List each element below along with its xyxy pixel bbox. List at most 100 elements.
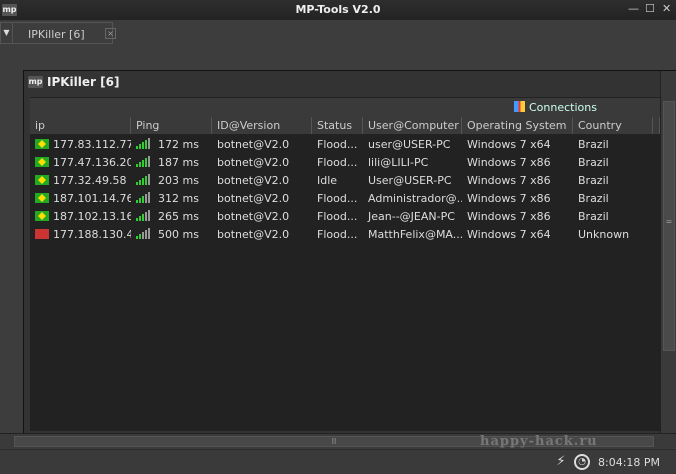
plug-icon[interactable]: ⚡ (553, 454, 569, 470)
cell-user-computer: Administrador@... (368, 191, 462, 205)
cell-ping: 265 ms (131, 209, 212, 223)
cell-user-computer: lili@LILI-PC (368, 155, 429, 169)
close-button[interactable]: ✕ (662, 2, 671, 15)
table-row[interactable]: 187.102.13.164 265 ms botnet@V2.0 Flood.… (30, 207, 660, 225)
cell-ip: 177.47.136.207 (30, 156, 131, 169)
cell-id-version: botnet@V2.0 (217, 209, 290, 223)
cell-ip: 177.83.112.77 (30, 138, 131, 151)
cell-country: Brazil (578, 173, 609, 187)
country-flag-icon (35, 192, 49, 203)
ping-text: 172 ms (158, 137, 199, 151)
ipkiller-window: mp IPKiller [6] Connections ip Ping ID@Ver… (23, 70, 676, 448)
cell-ping: 203 ms (131, 173, 212, 187)
table-row[interactable]: 187.101.14.76 312 ms botnet@V2.0 Flood..… (30, 189, 660, 207)
ip-text: 187.102.13.164 (53, 209, 131, 223)
country-flag-icon (35, 174, 49, 185)
cell-os: Windows 7 x86 (467, 191, 551, 205)
ip-text: 177.47.136.207 (53, 155, 131, 169)
column-header[interactable]: ID@Version (212, 117, 312, 134)
signal-strength-icon (136, 209, 150, 221)
ping-text: 203 ms (158, 173, 199, 187)
tab-ipkiller[interactable]: IPKiller [6] × (13, 22, 116, 44)
cell-ip: 187.102.13.164 (30, 210, 131, 223)
cell-country: Brazil (578, 137, 609, 151)
column-header[interactable]: Country (573, 117, 653, 134)
cell-os: Windows 7 x86 (467, 155, 551, 169)
cell-os: Windows 7 x86 (467, 209, 551, 223)
table-row[interactable]: 177.83.112.77 172 ms botnet@V2.0 Flood..… (30, 135, 660, 153)
signal-strength-icon (136, 191, 150, 203)
cell-os: Windows 7 x86 (467, 173, 551, 187)
column-header-filler (653, 117, 660, 134)
connections-icon (514, 101, 525, 112)
clients-table: ip Ping ID@Version Status User@Computer Opera… (30, 117, 660, 431)
country-flag-icon (35, 156, 49, 167)
country-flag-icon (35, 210, 49, 221)
column-header[interactable]: Status (312, 117, 363, 134)
column-header[interactable]: User@Computer (363, 117, 462, 134)
tab-close-button[interactable]: × (105, 28, 116, 39)
ping-text: 500 ms (158, 227, 199, 241)
cell-status: Flood... (317, 155, 358, 169)
table-row[interactable]: 177.188.130.40 500 ms botnet@V2.0 Flood.… (30, 225, 660, 243)
vertical-scroll-thumb[interactable]: = (663, 101, 675, 351)
cell-user-computer: Jean--@JEAN-PC (368, 209, 455, 223)
window-header: mp IPKiller [6] (24, 71, 675, 93)
tab-list-dropdown[interactable]: ▼ (0, 22, 13, 44)
cell-status: Idle (317, 173, 338, 187)
cell-country: Unknown (578, 227, 630, 241)
cell-os: Windows 7 x64 (467, 227, 551, 241)
table-row[interactable]: 177.47.136.207 187 ms botnet@V2.0 Flood.… (30, 153, 660, 171)
status-time: 8:04:18 PM (598, 456, 661, 469)
table-header: ip Ping ID@Version Status User@Computer Opera… (30, 117, 660, 135)
cell-status: Flood... (317, 227, 358, 241)
cell-ip: 177.32.49.58 (30, 174, 131, 187)
window-title: IPKiller [6] (47, 75, 120, 89)
signal-strength-icon (136, 137, 150, 149)
cell-country: Brazil (578, 155, 609, 169)
column-header[interactable]: Ping (131, 117, 212, 134)
connections-button[interactable]: Connections (514, 101, 597, 114)
column-header[interactable]: Operating System (462, 117, 573, 134)
cell-user-computer: MatthFelix@MA... (368, 227, 462, 241)
title-bar: mp MP-Tools V2.0 — ☐ ✕ (0, 0, 676, 20)
tab-bar: ▼ IPKiller [6] × (0, 22, 676, 44)
app-title: MP-Tools V2.0 (295, 3, 381, 16)
cell-country: Brazil (578, 191, 609, 205)
cell-id-version: botnet@V2.0 (217, 173, 290, 187)
cell-ip: 187.101.14.76 (30, 192, 131, 205)
ping-text: 312 ms (158, 191, 199, 205)
cell-ping: 187 ms (131, 155, 212, 169)
cell-ping: 312 ms (131, 191, 212, 205)
signal-strength-icon (136, 155, 150, 167)
maximize-button[interactable]: ☐ (645, 2, 655, 15)
country-flag-icon (35, 228, 49, 239)
status-bar: ⚡ ◔ 8:04:18 PM (0, 449, 676, 474)
watermark: happy-hack.ru (480, 434, 598, 449)
cell-ping: 500 ms (131, 227, 212, 241)
cell-os: Windows 7 x64 (467, 137, 551, 151)
cell-user-computer: user@USER-PC (368, 137, 451, 151)
cell-id-version: botnet@V2.0 (217, 155, 290, 169)
toolbar: Connections (30, 97, 660, 117)
minimize-button[interactable]: — (628, 2, 639, 15)
vertical-scrollbar[interactable]: = (660, 71, 676, 447)
window-logo-icon: mp (28, 76, 43, 88)
table-row[interactable]: 177.32.49.58 203 ms botnet@V2.0 Idle Use… (30, 171, 660, 189)
column-header[interactable]: ip (30, 117, 131, 134)
ip-text: 187.101.14.76 (53, 191, 131, 205)
cell-id-version: botnet@V2.0 (217, 137, 290, 151)
ip-text: 177.83.112.77 (53, 137, 131, 151)
connections-label: Connections (529, 101, 597, 114)
clock-icon[interactable]: ◔ (574, 454, 590, 470)
ip-text: 177.32.49.58 (53, 173, 127, 187)
cell-status: Flood... (317, 191, 358, 205)
ping-text: 265 ms (158, 209, 199, 223)
cell-ping: 172 ms (131, 137, 212, 151)
country-flag-icon (35, 138, 49, 149)
signal-strength-icon (136, 227, 150, 239)
signal-strength-icon (136, 173, 150, 185)
ip-text: 177.188.130.40 (53, 227, 131, 241)
cell-country: Brazil (578, 209, 609, 223)
cell-ip: 177.188.130.40 (30, 228, 131, 241)
